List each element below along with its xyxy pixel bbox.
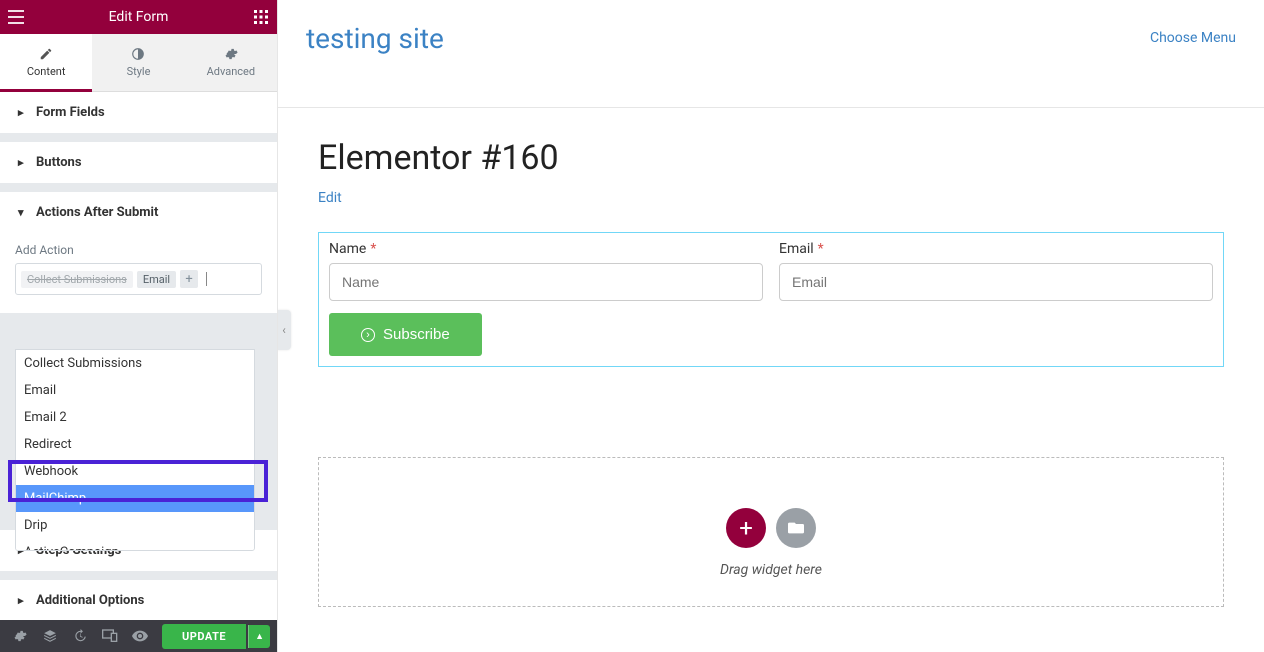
email-label: Email*	[779, 241, 1213, 257]
edit-link[interactable]: Edit	[318, 190, 342, 206]
name-input[interactable]	[329, 263, 763, 301]
caret-down-icon: ▾	[18, 206, 26, 219]
tab-label: Content	[27, 65, 66, 78]
panel-body: ▸Form Fields ▸Buttons ▾ Actions After Su…	[0, 92, 277, 620]
required-mark: *	[370, 241, 376, 257]
section-actions-header[interactable]: ▾ Actions After Submit	[0, 192, 277, 233]
tab-label: Advanced	[207, 65, 255, 78]
form-submit-row: › Subscribe	[329, 313, 1213, 356]
settings-icon[interactable]	[6, 622, 34, 650]
plus-icon[interactable]: +	[180, 270, 198, 288]
caret-right-icon: ▸	[18, 106, 26, 119]
actions-dropdown: Collect Submissions Email Email 2 Redire…	[15, 349, 255, 551]
dropdown-item[interactable]: Email	[16, 377, 254, 404]
collapse-panel-handle[interactable]: ‹	[278, 310, 291, 350]
panel-header: Edit Form	[0, 0, 277, 34]
preview-icon[interactable]	[126, 622, 154, 650]
section-form-fields[interactable]: ▸Form Fields	[0, 92, 277, 134]
email-input[interactable]	[779, 263, 1213, 301]
choose-menu-link[interactable]: Choose Menu	[1150, 30, 1236, 46]
grid-icon[interactable]	[245, 0, 277, 34]
template-button[interactable]	[776, 508, 816, 548]
preview-canvas: ‹ testing site Choose Menu Elementor #16…	[278, 0, 1264, 652]
site-header: testing site Choose Menu	[278, 0, 1264, 108]
section-buttons[interactable]: ▸Buttons	[0, 142, 277, 184]
dropdown-item-mailchimp[interactable]: MailChimp	[16, 485, 254, 512]
site-title[interactable]: testing site	[306, 22, 444, 55]
pencil-icon	[39, 47, 53, 61]
tab-content[interactable]: Content	[0, 34, 92, 91]
panel-tabs: Content Style Advanced	[0, 34, 277, 92]
form-col-name: Name*	[329, 241, 763, 301]
history-icon[interactable]	[66, 622, 94, 650]
dropdown-item[interactable]: Webhook	[16, 458, 254, 485]
menu-icon[interactable]	[0, 0, 32, 34]
section-actions: ▾ Actions After Submit Add Action Collec…	[0, 192, 277, 314]
add-section-button[interactable]: +	[726, 508, 766, 548]
drop-zone[interactable]: + Drag widget here	[318, 457, 1224, 607]
send-icon: ›	[361, 328, 375, 342]
caret-right-icon: ▸	[18, 156, 26, 169]
page-title: Elementor #160	[318, 138, 1224, 178]
editor-panel: Edit Form Content Style Advanc	[0, 0, 278, 652]
dropdown-item[interactable]: Drip	[16, 512, 254, 539]
dropdown-item[interactable]: ActiveCampaign	[16, 539, 254, 551]
form-widget[interactable]: Name* Email* › Subscribe	[318, 232, 1224, 367]
actions-input[interactable]: Collect Submissions Email +	[15, 263, 262, 295]
action-tag[interactable]: Email	[137, 271, 176, 288]
action-tag[interactable]: Collect Submissions	[21, 271, 133, 288]
dropdown-item[interactable]: Collect Submissions	[16, 350, 254, 377]
subscribe-button[interactable]: › Subscribe	[329, 313, 482, 356]
add-action-label: Add Action	[15, 243, 262, 257]
navigator-icon[interactable]	[36, 622, 64, 650]
update-button[interactable]: UPDATE	[162, 624, 246, 649]
tab-label: Style	[127, 65, 151, 78]
gear-icon	[224, 47, 238, 61]
tab-style[interactable]: Style	[92, 34, 184, 91]
text-cursor	[206, 272, 207, 286]
update-caret-icon[interactable]: ▲	[248, 625, 270, 648]
form-col-email: Email*	[779, 241, 1213, 301]
dropdown-item[interactable]: Redirect	[16, 431, 254, 458]
caret-right-icon: ▸	[18, 594, 26, 607]
tab-advanced[interactable]: Advanced	[185, 34, 277, 91]
drop-text: Drag widget here	[720, 562, 822, 578]
responsive-icon[interactable]	[96, 622, 124, 650]
contrast-icon	[131, 47, 145, 61]
section-additional[interactable]: ▸Additional Options	[0, 580, 277, 620]
required-mark: *	[818, 241, 824, 257]
panel-footer: UPDATE ▲	[0, 620, 277, 652]
panel-title: Edit Form	[109, 9, 169, 25]
page-content: Elementor #160 Edit Name* Email* › Subsc…	[278, 108, 1264, 637]
name-label: Name*	[329, 241, 763, 257]
dropdown-item[interactable]: Email 2	[16, 404, 254, 431]
